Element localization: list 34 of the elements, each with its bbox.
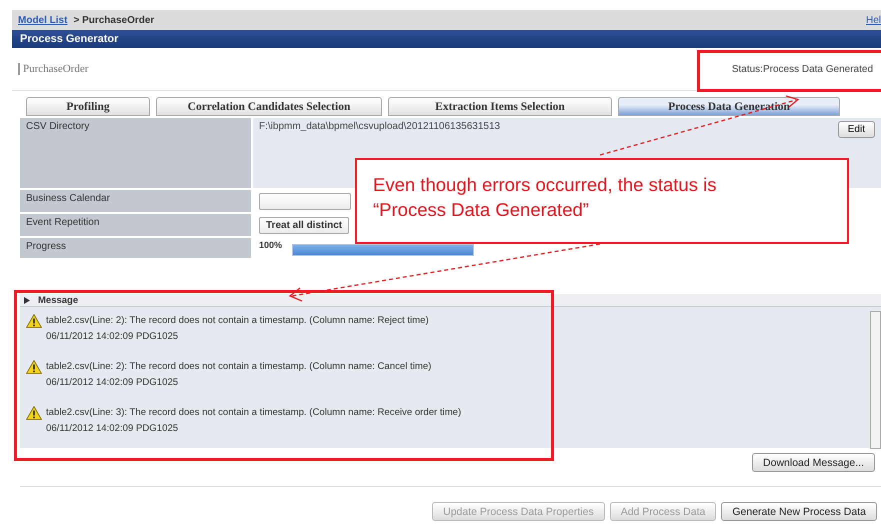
- property-label: CSV Directory: [20, 118, 251, 188]
- model-name: PurchaseOrder: [18, 63, 88, 75]
- scrollbar[interactable]: [870, 311, 881, 449]
- property-label: Progress: [20, 238, 251, 258]
- download-message-button[interactable]: Download Message...: [752, 453, 875, 472]
- dropdown[interactable]: Treat all distinct: [259, 216, 350, 234]
- message-text: table2.csv(Line: 3): The record does not contain a timestamp. (Column name: Receive order time): [46, 406, 462, 420]
- edit-button[interactable]: Edit: [838, 121, 875, 138]
- annotation-text: Even though errors occurred, the status is “Process Data Generated”: [373, 174, 716, 220]
- message-text: table2.csv(Line: 2): The record does not contain a timestamp. (Column name: Cancel time): [46, 360, 432, 374]
- status-text: Status:Process Data Generated: [732, 64, 873, 74]
- property-label: Business Calendar: [20, 190, 251, 212]
- tab[interactable]: Profiling: [26, 97, 150, 116]
- message-header[interactable]: Message: [20, 294, 881, 306]
- progress-percent: 100%: [259, 240, 282, 250]
- message-text: table2.csv(Line: 2): The record does not contain a timestamp. (Column name: Reject time): [46, 314, 429, 328]
- property-label: Event Repetition: [20, 214, 251, 236]
- message-timestamp: 06/11/2012 14:02:09 PDG1025: [46, 330, 180, 344]
- warning-icon: [26, 360, 42, 374]
- tab[interactable]: Extraction Items Selection: [388, 97, 612, 116]
- dropdown[interactable]: [259, 192, 351, 210]
- tab[interactable]: Correlation Candidates Selection: [156, 97, 382, 116]
- directory-path: F:\ibpmm_data\bpmel\csvupload\20121106135631513: [259, 121, 500, 132]
- message-title: Message: [38, 294, 78, 306]
- model-list-link[interactable]: Model List: [18, 14, 68, 26]
- breadcrumb-current: > PurchaseOrder: [73, 14, 154, 26]
- help-link[interactable]: Hel: [866, 14, 881, 26]
- warning-icon: [26, 406, 42, 420]
- expand-triangle-icon: [24, 296, 30, 304]
- message-timestamp: 06/11/2012 14:02:09 PDG1025: [46, 422, 180, 436]
- page-title: Process Generator: [20, 33, 118, 45]
- warning-icon: [26, 314, 42, 328]
- message-timestamp: 06/11/2012 14:02:09 PDG1025: [46, 376, 180, 390]
- action-button[interactable]: Generate New Process Data: [721, 502, 877, 521]
